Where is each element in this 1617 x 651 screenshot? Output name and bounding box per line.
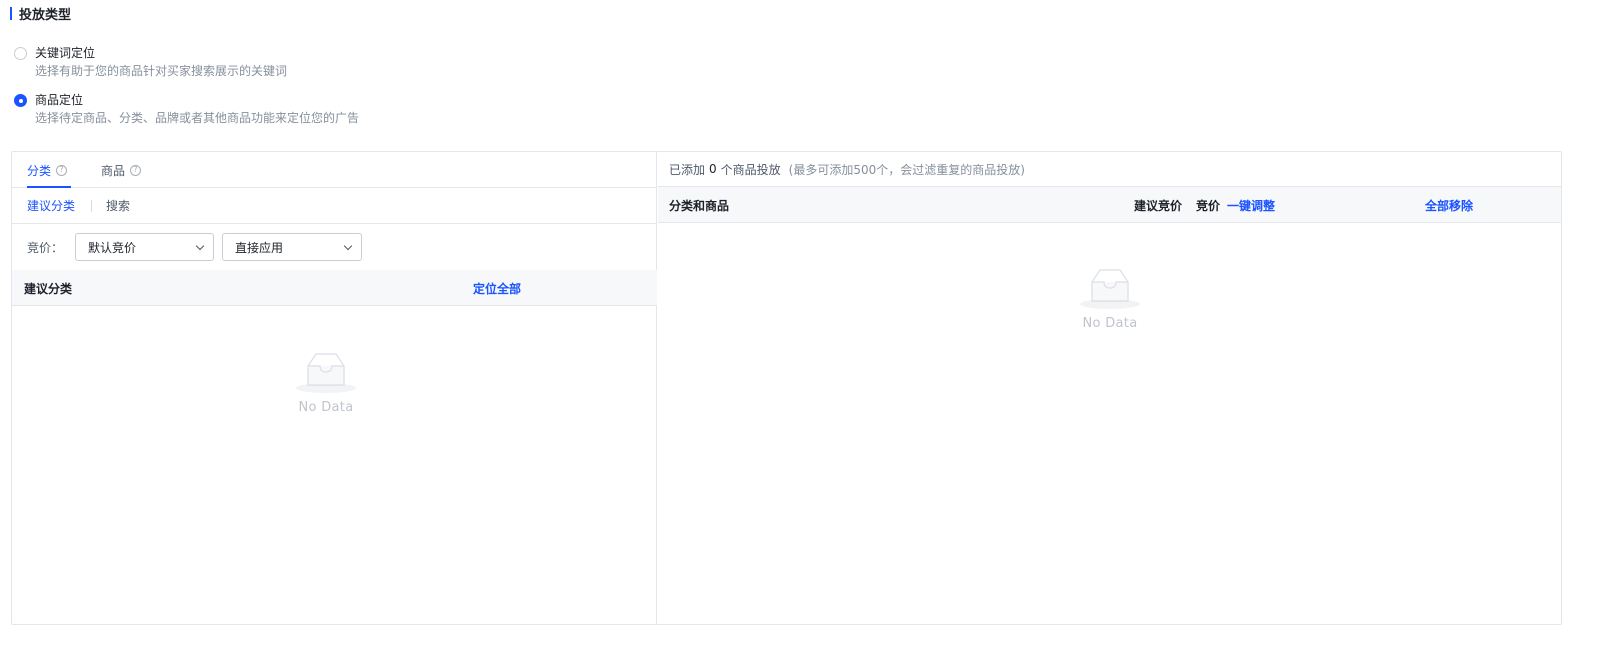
bid-type-select[interactable]: 默认竞价 (75, 233, 215, 261)
empty-text: No Data (1082, 316, 1138, 331)
bid-label: 竞价： (27, 240, 64, 255)
radio-option-product[interactable]: 商品定位 选择待定商品、分类、品牌或者其他商品功能来定位您的广告 (14, 92, 359, 127)
empty-box-icon (296, 353, 356, 393)
tab-bar: 分类 ? 商品 ? (12, 152, 657, 188)
added-items-table-header: 分类和商品 建议竞价 竞价 一键调整 全部移除 (658, 187, 1561, 223)
subtab-divider (91, 199, 93, 212)
bulk-adjust-link[interactable]: 一键调整 (1227, 187, 1275, 223)
help-icon[interactable]: ? (130, 164, 142, 176)
help-icon[interactable]: ? (56, 164, 68, 176)
tab-category[interactable]: 分类 ? (27, 152, 68, 188)
section-accent-bar (10, 6, 12, 20)
subtab-bar: 建议分类 搜索 (12, 188, 657, 224)
suggested-category-table-header: 建议分类 定位全部 (12, 270, 657, 306)
empty-box-icon (1080, 269, 1140, 309)
section-header: 投放类型 (10, 4, 72, 23)
empty-text: No Data (298, 400, 354, 415)
col-bid: 竞价 (1196, 198, 1221, 213)
apply-mode-select[interactable]: 直接应用 (222, 233, 363, 261)
empty-state-right: No Data (1078, 268, 1142, 331)
radio-desc-keyword: 选择有助于您的商品针对买家搜索展示的关键词 (35, 64, 288, 78)
empty-state-left: No Data (294, 352, 358, 415)
tab-category-label: 分类 (27, 163, 52, 178)
radio-keyword[interactable] (14, 47, 27, 60)
subtab-suggested-category[interactable]: 建议分类 (27, 197, 75, 214)
col-category-and-product: 分类和商品 (669, 198, 730, 213)
radio-option-keyword[interactable]: 关键词定位 选择有助于您的商品针对买家搜索展示的关键词 (14, 45, 287, 80)
section-title: 投放类型 (19, 7, 72, 23)
tab-product[interactable]: 商品 ? (101, 152, 142, 188)
radio-product[interactable] (14, 94, 27, 107)
targeting-panel: 分类 ? 商品 ? 建议分类 搜索 竞价： 默认竞价 直接应用 建议分类 定位全… (11, 151, 1562, 625)
added-hint: (最多可添加500个，会过滤重复的商品投放) (788, 162, 1025, 177)
added-count: 0 (709, 162, 717, 176)
tab-product-label: 商品 (101, 163, 126, 178)
col-suggested-category: 建议分类 (24, 281, 73, 296)
target-all-link[interactable]: 定位全部 (473, 270, 521, 306)
chevron-down-icon (343, 241, 353, 250)
added-summary: 已添加 0 个商品投放 (最多可添加500个，会过滤重复的商品投放) (658, 152, 1561, 187)
radio-desc-product: 选择待定商品、分类、品牌或者其他商品功能来定位您的广告 (35, 111, 360, 125)
apply-mode-select-value: 直接应用 (235, 240, 284, 255)
remove-all-link[interactable]: 全部移除 (1425, 187, 1473, 223)
added-suffix: 个商品投放 (720, 162, 781, 177)
radio-label-product: 商品定位 (35, 93, 84, 107)
subtab-search[interactable]: 搜索 (106, 197, 130, 214)
left-panel: 分类 ? 商品 ? 建议分类 搜索 竞价： 默认竞价 直接应用 建议分类 定位全… (12, 152, 657, 624)
bid-row: 竞价： 默认竞价 直接应用 (27, 233, 363, 261)
bid-type-select-value: 默认竞价 (88, 240, 137, 255)
col-suggested-bid: 建议竞价 (1134, 198, 1183, 213)
right-panel: 已添加 0 个商品投放 (最多可添加500个，会过滤重复的商品投放) 分类和商品… (658, 152, 1561, 624)
radio-label-keyword: 关键词定位 (35, 46, 96, 60)
chevron-down-icon (195, 241, 205, 250)
added-prefix: 已添加 (669, 162, 706, 177)
